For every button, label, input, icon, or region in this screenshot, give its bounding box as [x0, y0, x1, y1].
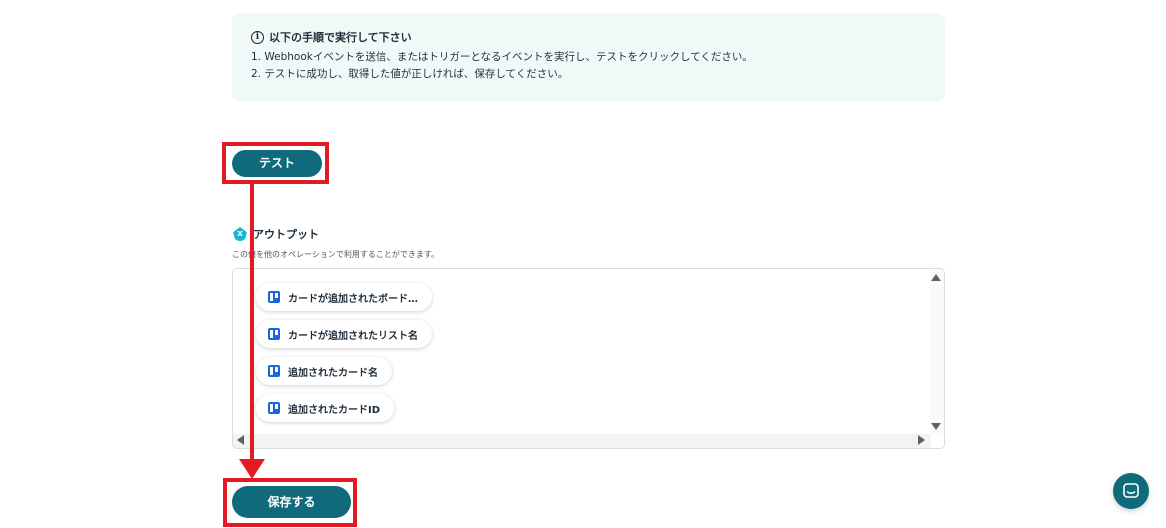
output-description: この値を他のオペレーションで利用することができます。 — [232, 250, 440, 259]
output-item[interactable]: 追加されたカード名 — [256, 357, 392, 385]
scroll-down-arrow-icon[interactable] — [931, 423, 941, 430]
notice-step-1: 1. Webhookイベントを送信、またはトリガーとなるイベントを実行し、テスト… — [251, 51, 753, 63]
output-item[interactable]: カードが追加されたボード… — [256, 283, 432, 311]
annotation-arrow-head — [239, 459, 265, 479]
vertical-scrollbar[interactable] — [930, 269, 944, 435]
output-item[interactable]: 追加されたカードID — [256, 394, 395, 422]
output-list: カードが追加されたボード… カードが追加されたリスト名 追加されたカード名 追加… — [232, 268, 945, 449]
notice-title: 以下の手順で実行して下さい — [269, 31, 412, 44]
annotation-arrow-line — [250, 183, 254, 462]
trello-icon — [268, 402, 280, 414]
instruction-notice: i 以下の手順で実行して下さい 1. Webhookイベントを送信、またはトリガ… — [232, 13, 945, 102]
output-item[interactable]: カードが追加されたリスト名 — [256, 320, 432, 348]
notice-header: i 以下の手順で実行して下さい — [251, 29, 945, 45]
chat-icon — [1123, 483, 1139, 498]
scroll-up-arrow-icon[interactable] — [931, 274, 941, 281]
chat-button[interactable] — [1113, 473, 1149, 509]
trello-icon — [268, 365, 280, 377]
output-icon: x — [233, 227, 247, 241]
trello-icon — [268, 291, 280, 303]
horizontal-scrollbar[interactable] — [233, 434, 931, 448]
scroll-left-arrow-icon[interactable] — [237, 435, 244, 445]
test-button-highlight — [222, 142, 329, 184]
output-title: アウトプット — [253, 228, 319, 241]
trello-icon — [268, 328, 280, 340]
save-button-highlight — [223, 478, 357, 527]
output-item-label: カードが追加されたボード… — [288, 293, 418, 305]
info-icon: i — [251, 30, 264, 44]
output-item-label: 追加されたカードID — [288, 404, 381, 416]
notice-step-2: 2. テストに成功し、取得した値が正しければ、保存してください。 — [251, 68, 569, 80]
output-item-label: カードが追加されたリスト名 — [288, 330, 418, 342]
scroll-right-arrow-icon[interactable] — [918, 435, 925, 445]
output-item-label: 追加されたカード名 — [288, 367, 378, 379]
output-header: x アウトプット — [233, 226, 319, 242]
